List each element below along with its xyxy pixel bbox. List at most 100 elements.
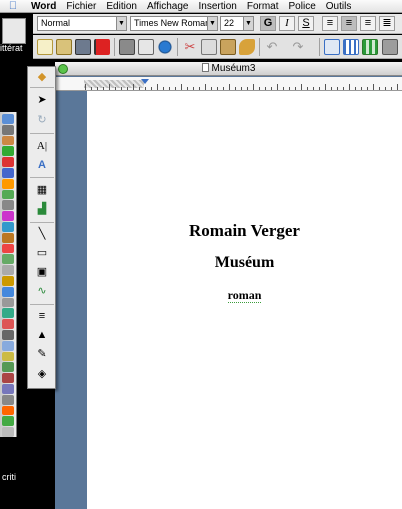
menu-outils[interactable]: Outils [321,1,357,12]
print-preview-icon[interactable] [138,39,154,55]
ruler-tick [349,84,350,90]
clipart-icon[interactable]: ▦ [33,183,51,197]
tables-borders-icon[interactable] [324,39,340,55]
line-tool-icon[interactable]: ╲ [33,227,51,241]
dock-app-icon[interactable] [2,135,14,146]
fill-color-icon[interactable]: ▲ [33,328,51,342]
zoom-button[interactable] [58,64,68,74]
apple-menu-icon[interactable]:  [0,0,26,12]
ruler-tick [313,87,314,90]
dock-app-icon[interactable] [2,221,14,232]
redo-icon[interactable]: ↷ [290,39,306,55]
size-select[interactable]: 22 ▼ [220,16,254,31]
horizontal-ruler[interactable] [55,77,402,91]
align-left-button[interactable]: ≡ [322,16,338,31]
justify-icon: ≣ [382,17,392,29]
shape-fill-menu-icon[interactable]: ▣ [33,265,51,279]
menu-police[interactable]: Police [284,1,321,12]
toolbar-divider [177,38,178,56]
select-arrow-icon[interactable]: ➤ [33,93,51,107]
cut-icon[interactable]: ✂ [182,39,198,55]
align-right-icon: ≡ [364,17,372,29]
menu-affichage[interactable]: Affichage [142,1,194,12]
document-page[interactable]: Romain Verger Muséum roman [87,91,402,509]
dock-app-icon[interactable] [2,362,14,373]
align-right-button[interactable]: ≡ [360,16,376,31]
dock-app-icon[interactable] [2,319,14,329]
dock-app-icon[interactable] [2,124,14,135]
dock-app-icon[interactable] [2,286,14,297]
save-icon[interactable] [75,39,91,55]
dock-app-icon[interactable] [2,308,14,319]
dock-app-icon[interactable] [2,329,14,340]
dock-app-icon[interactable] [2,254,14,265]
open-folder-icon[interactable] [56,39,72,55]
insert-table-icon[interactable] [343,39,359,55]
picture-icon[interactable]: ▟ [33,202,51,216]
menu-word[interactable]: Word [26,1,61,12]
dock-app-icon[interactable] [2,211,14,221]
dock-app-icon[interactable] [2,394,14,405]
dock-app-icon[interactable] [2,200,14,211]
align-center-button[interactable]: ≡ [341,16,357,31]
text-box-icon[interactable]: A| [33,139,51,153]
font-select[interactable]: Times New Roman ▼ [130,16,218,31]
ruler-tick [367,87,368,90]
line-style-icon[interactable]: ≡ [33,309,51,323]
dock-app-icon[interactable] [2,146,14,157]
insert-excel-icon[interactable] [362,39,378,55]
menu-insertion[interactable]: Insertion [193,1,241,12]
shapes-menu-icon[interactable]: ◆ [33,70,51,84]
flag-icon[interactable] [94,39,110,55]
copy-icon[interactable] [201,39,217,55]
undo-icon[interactable]: ↶ [264,39,280,55]
underline-button[interactable]: S [298,16,314,31]
dock-app-icon[interactable] [2,351,14,362]
dock-app-icon[interactable] [2,178,14,189]
dock-app-icon[interactable] [2,416,14,427]
dock-app-icon[interactable] [2,243,14,254]
dock-app-icon[interactable] [2,167,14,178]
dock-app-icon[interactable] [2,427,14,437]
rotate-icon[interactable]: ↻ [33,113,51,127]
rectangle-tool-icon[interactable]: ▭ [33,246,51,260]
document-icon [201,63,209,72]
ruler-tick [157,84,158,90]
italic-button[interactable]: I [279,16,295,31]
ruler-tick [253,84,254,90]
paste-icon[interactable] [220,39,236,55]
drawing-toggle-icon[interactable] [382,39,398,55]
dock-app-icon[interactable] [2,275,14,286]
freeform-icon[interactable]: ∿ [33,284,51,298]
font-color-icon[interactable]: ◈ [33,367,51,381]
ruler-tick [247,87,248,90]
line-color-icon[interactable]: ✎ [33,347,51,361]
dock-app-icon[interactable] [2,232,14,243]
ruler-tick [139,87,140,90]
search-icon[interactable] [157,39,173,55]
menu-format[interactable]: Format [242,1,284,12]
print-icon[interactable] [119,39,135,55]
window-titlebar[interactable]: Muséum3 [55,62,402,76]
new-document-icon[interactable] [37,39,53,55]
style-select[interactable]: Normal ▼ [37,16,127,31]
dock-app-icon[interactable] [2,157,14,167]
dock-app-icon[interactable] [2,114,14,124]
bold-button[interactable]: G [260,16,276,31]
desktop-document-icon[interactable] [2,18,26,44]
menu-fichier[interactable]: Fichier [61,1,101,12]
dock-app-icon[interactable] [2,265,14,275]
dock-app-icon[interactable] [2,373,14,383]
justify-button[interactable]: ≣ [379,16,395,31]
menu-edition[interactable]: Edition [101,1,142,12]
format-painter-icon[interactable] [239,39,255,55]
dock-app-icon[interactable] [2,383,14,394]
dock-app-icon[interactable] [2,405,14,416]
wordart-icon[interactable]: A [33,158,51,172]
palette-divider [30,304,54,305]
dock-app-icon[interactable] [2,340,14,351]
dock-app-icon[interactable] [2,297,14,308]
ruler-tick [97,87,98,90]
document-window: Muséum3 Romain Verger Muséum roman [55,62,402,509]
dock-app-icon[interactable] [2,189,14,200]
